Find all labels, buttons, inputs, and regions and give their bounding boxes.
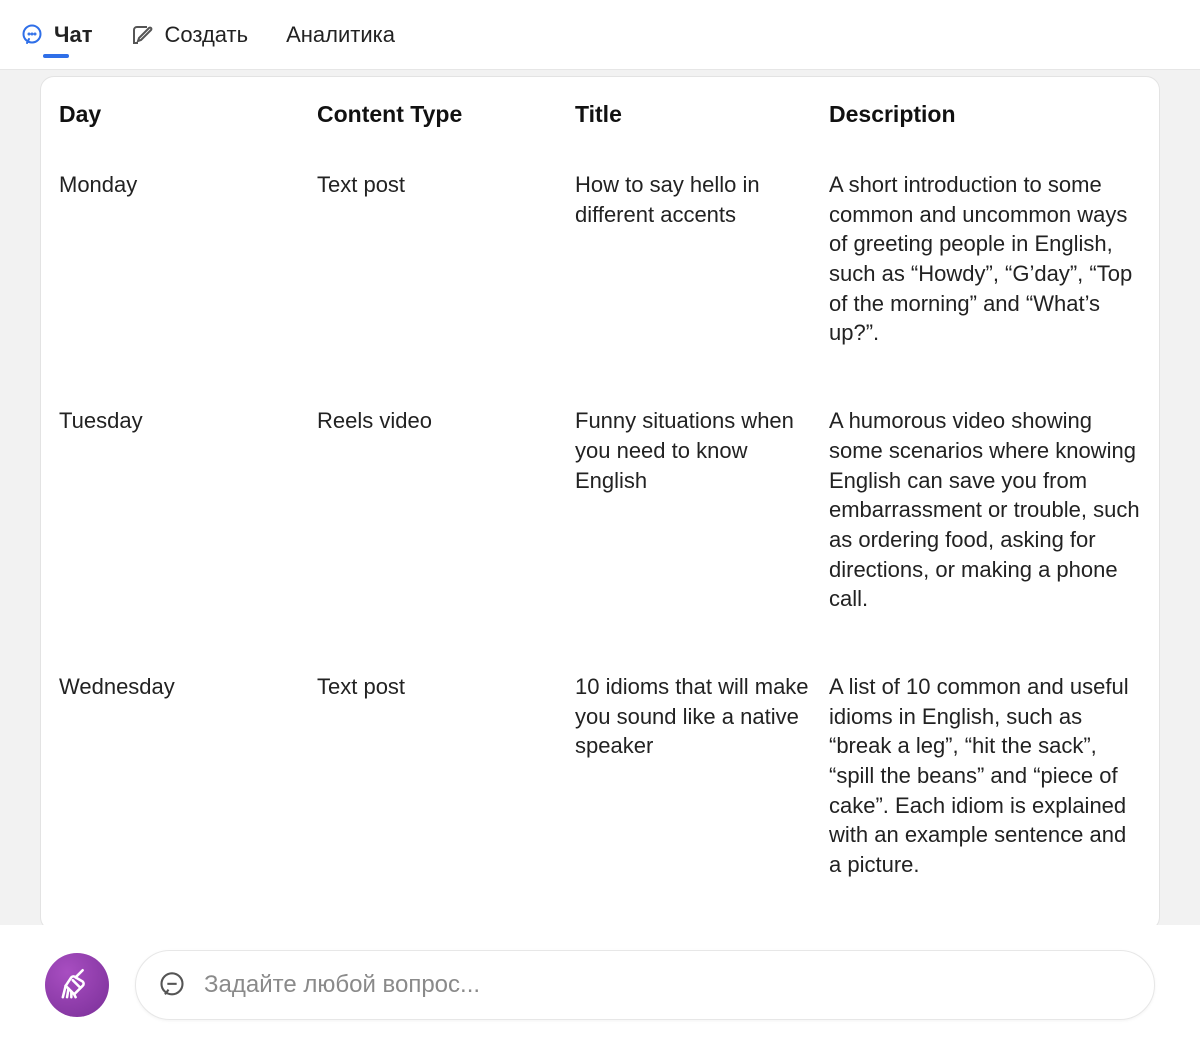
col-header-content-type: Content Type — [307, 77, 565, 152]
cell-day: Wednesday — [49, 654, 307, 920]
cell-content-type: Text post — [307, 152, 565, 388]
tab-analytics[interactable]: Аналитика — [284, 4, 397, 66]
content-plan-table: Day Content Type Title Description Monda… — [49, 77, 1151, 925]
cell-day: Tuesday — [49, 388, 307, 654]
cell-title: How to say hello in different accents — [565, 152, 819, 388]
tab-chat[interactable]: Чат — [18, 4, 94, 66]
cell-description: A list of 10 common and useful idioms in… — [819, 654, 1151, 920]
table-row: Wednesday Text post 10 idioms that will … — [49, 654, 1151, 920]
table-header-row: Day Content Type Title Description — [49, 77, 1151, 152]
compose-icon — [130, 23, 154, 47]
main-viewport: Day Content Type Title Description Monda… — [0, 70, 1200, 925]
tab-create[interactable]: Создать — [128, 4, 250, 66]
cell-title: 10 idioms that will make you sound like … — [565, 654, 819, 920]
broom-icon — [60, 966, 94, 1005]
chat-bubble-icon — [20, 23, 44, 47]
cell-day: Monday — [49, 152, 307, 388]
tab-analytics-label: Аналитика — [286, 22, 395, 48]
cell-content-type: Text post — [307, 654, 565, 920]
cell-description: A humorous video showing some scenarios … — [819, 388, 1151, 654]
top-nav-bar: Чат Создать Аналитика — [0, 0, 1200, 70]
col-header-title: Title — [565, 77, 819, 152]
tab-create-label: Создать — [164, 22, 248, 48]
clear-chat-button[interactable] — [45, 953, 109, 1017]
ask-input[interactable] — [204, 971, 1132, 999]
chat-bubble-outline-icon — [158, 971, 186, 999]
tab-chat-label: Чат — [54, 22, 92, 48]
ask-input-container[interactable] — [135, 950, 1155, 1020]
table-row: Tuesday Reels video Funny situations whe… — [49, 388, 1151, 654]
col-header-description: Description — [819, 77, 1151, 152]
col-header-day: Day — [49, 77, 307, 152]
table-row: Monday Text post How to say hello in dif… — [49, 152, 1151, 388]
cell-description: A short introduction to some common and … — [819, 152, 1151, 388]
cell-content-type: Reels video — [307, 388, 565, 654]
ask-bar — [0, 925, 1200, 1045]
cell-title: Funny situations when you need to know E… — [565, 388, 819, 654]
content-card: Day Content Type Title Description Monda… — [40, 76, 1160, 925]
